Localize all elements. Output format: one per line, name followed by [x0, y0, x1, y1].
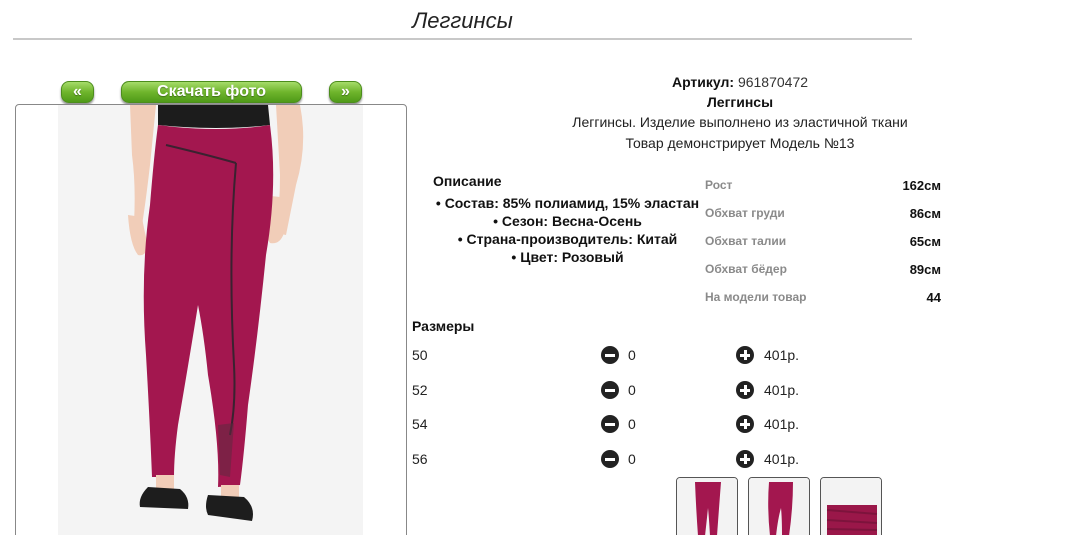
size-price: 401р. — [764, 451, 800, 467]
thumbnail-side[interactable] — [748, 477, 810, 535]
param-label: Рост — [705, 178, 733, 192]
size-row: 56 0 401р. — [412, 450, 832, 471]
minus-circle-icon[interactable] — [601, 346, 619, 364]
size-row: 50 0 401р. — [412, 346, 832, 367]
plus-circle-icon[interactable] — [736, 415, 754, 433]
size-price: 401р. — [764, 416, 800, 432]
article-value: 961870472 — [737, 74, 809, 90]
article-line: Артикул: 961870472 — [560, 74, 920, 90]
size-price: 401р. — [764, 347, 800, 363]
plus-circle-icon[interactable] — [736, 381, 754, 399]
model-note: Товар демонстрирует Модель №13 — [625, 135, 855, 151]
description-item: Сезон: Весна-Осень — [425, 212, 710, 230]
param-label: Обхват талии — [705, 234, 787, 248]
minus-circle-icon[interactable] — [601, 450, 619, 468]
size-quantity: 0 — [628, 451, 636, 467]
minus-circle-icon[interactable] — [601, 381, 619, 399]
param-label: На модели товар — [705, 290, 807, 304]
minus-circle-icon[interactable] — [601, 415, 619, 433]
model-params-table: Рост 162см Обхват груди 86см Обхват тали… — [705, 176, 941, 316]
description-item: Страна-производитель: Китай — [425, 230, 710, 248]
product-photo-frame — [15, 104, 407, 535]
size-label: 52 — [412, 382, 428, 398]
param-value: 65см — [909, 234, 941, 249]
product-subtitle: Леггинсы. Изделие выполнено из эластично… — [572, 114, 908, 130]
size-label: 54 — [412, 416, 428, 432]
size-row: 52 0 401р. — [412, 381, 832, 402]
size-row: 54 0 401р. — [412, 415, 832, 436]
param-row: Обхват талии 65см — [705, 232, 941, 260]
param-value: 86см — [909, 206, 941, 221]
param-row: На модели товар 44 — [705, 288, 941, 316]
size-label: 56 — [412, 451, 428, 467]
description-list: Состав: 85% полиамид, 15% эластан Сезон:… — [425, 194, 710, 266]
size-quantity: 0 — [628, 347, 636, 363]
description-heading: Описание — [433, 173, 502, 189]
thumbnail-front[interactable] — [676, 477, 738, 535]
product-photo — [58, 105, 363, 535]
next-photo-button[interactable]: » — [329, 81, 362, 103]
description-item: Состав: 85% полиамид, 15% эластан — [425, 194, 710, 212]
param-value: 89см — [909, 262, 941, 277]
plus-circle-icon[interactable] — [736, 450, 754, 468]
param-label: Обхват бёдер — [705, 262, 787, 276]
product-name: Леггинсы — [706, 94, 774, 110]
title-divider — [13, 38, 912, 40]
download-photo-button[interactable]: Скачать фото — [121, 81, 302, 103]
description-item: Цвет: Розовый — [425, 248, 710, 266]
page-title: Леггинсы — [412, 8, 513, 33]
size-label: 50 — [412, 347, 428, 363]
plus-circle-icon[interactable] — [736, 346, 754, 364]
size-price: 401р. — [764, 382, 800, 398]
article-label: Артикул: — [671, 74, 735, 90]
param-row: Обхват бёдер 89см — [705, 260, 941, 288]
sizes-heading: Размеры — [412, 318, 475, 334]
size-quantity: 0 — [628, 382, 636, 398]
param-row: Рост 162см — [705, 176, 941, 204]
param-label: Обхват груди — [705, 206, 785, 220]
param-value: 162см — [902, 178, 941, 193]
size-quantity: 0 — [628, 416, 636, 432]
prev-photo-button[interactable]: « — [61, 81, 94, 103]
param-row: Обхват груди 86см — [705, 204, 941, 232]
thumbnail-fabric[interactable] — [820, 477, 882, 535]
param-value: 44 — [926, 290, 941, 305]
